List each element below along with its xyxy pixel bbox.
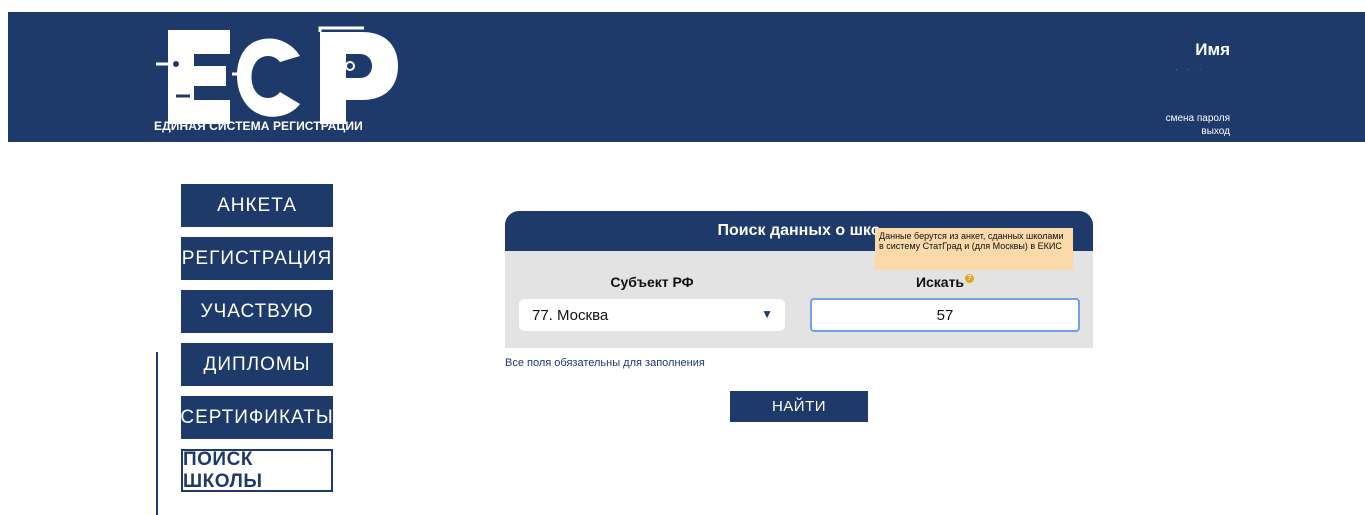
brand-tagline: ЕДИНАЯ СИСТЕМА РЕГИСТРАЦИИ [154,119,363,133]
subject-select-value: 77. Москва [532,306,609,324]
sidebar-item-diplomas[interactable]: ДИПЛОМЫ [181,343,333,386]
required-fields-note: Все поля обязательны для заполнения [505,357,705,369]
sidebar-item-participating[interactable]: УЧАСТВУЮ [181,290,333,333]
sidebar-item-anketa[interactable]: АНКЕТА [181,184,333,227]
search-input[interactable] [810,298,1080,332]
subject-label: Субъект РФ [610,274,694,290]
help-icon[interactable]: ? [965,274,975,283]
sidebar-divider [156,352,158,515]
sidebar-item-registration[interactable]: РЕГИСТРАЦИЯ [181,237,333,280]
dropdown-arrow-icon: ▼ [761,307,773,321]
subject-select[interactable]: 77. Москва ▼ [519,299,785,331]
user-subtitle-placeholder: · · · [1175,67,1205,74]
search-label: Искать [915,274,965,290]
search-label-wrap: Искать? [810,274,1080,290]
find-button[interactable]: НАЙТИ [730,391,868,422]
logout-link[interactable]: выход [1201,126,1230,137]
header-bar: ЕДИНАЯ СИСТЕМА РЕГИСТРАЦИИ Имя · · · сме… [8,12,1365,142]
sidebar-item-certificates[interactable]: СЕРТИФИКАТЫ [180,396,333,439]
change-password-link[interactable]: смена пароля [1166,113,1230,124]
user-name: Имя [1195,40,1230,59]
sidebar-item-school-search[interactable]: ПОИСК ШКОЛЫ [181,449,333,492]
help-tooltip: Данные берутся из анкет, сданных школами… [875,228,1073,270]
